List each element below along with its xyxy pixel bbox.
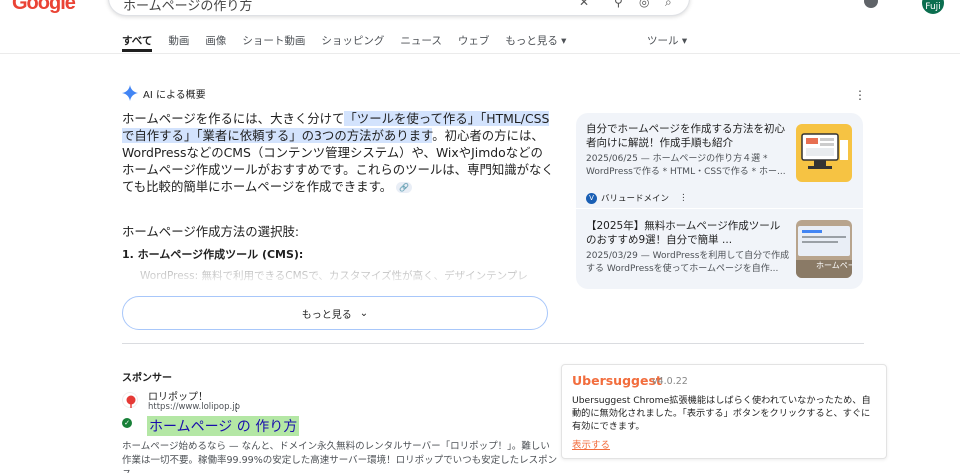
- faded-preview: WordPress: 無料で利用できるCMSで、カスタマイズ性が高く、デザインテ…: [140, 270, 528, 282]
- avatar[interactable]: Fuji: [922, 0, 944, 14]
- ubersuggest-panel: Ubersuggest v4.0.22 Ubersuggest Chrome拡張…: [561, 364, 887, 459]
- ai-text-part: ホームページを作るには、大きく分けて: [122, 111, 345, 126]
- tab-more[interactable]: もっと見る ▾: [505, 28, 566, 52]
- tools-button[interactable]: ツール ▾: [647, 33, 687, 48]
- sponsor-label: スポンサー: [122, 373, 172, 384]
- clear-icon[interactable]: ✕: [579, 0, 589, 9]
- ad-favicon[interactable]: [122, 392, 138, 408]
- tab-web[interactable]: ウェブ: [458, 28, 490, 52]
- source-card[interactable]: 【2025年】無料ホームページ作成ツールのおすすめ9選！自分で簡単 ... 20…: [586, 219, 856, 289]
- top-bar: Google ホームページの作り方 ✕ ⚲ ◎ ⌕ Fuji: [0, 0, 960, 18]
- divider: [576, 208, 863, 209]
- mic-icon[interactable]: ⚲: [614, 0, 623, 9]
- card-snippet: 2025/03/29 — WordPressを利用して自分で作成する WordP…: [586, 251, 790, 274]
- ai-text-highlight: 「ツールを使って作る」: [344, 111, 481, 126]
- extension-check-icon: ✓: [122, 418, 132, 428]
- card-snippet: 2025/06/25 — ホームページの作り方４選 * WordPressで作る…: [586, 154, 786, 177]
- ubersuggest-message: Ubersuggest Chrome拡張機能はしばらく使われていなかったため、自…: [572, 395, 871, 432]
- divider: [122, 343, 864, 344]
- card-title[interactable]: 【2025年】無料ホームページ作成ツールのおすすめ9選！自分で簡単 ...: [586, 219, 786, 247]
- ubersuggest-title: Ubersuggest: [572, 373, 662, 388]
- card-source: V バリュードメイン ⋮: [586, 192, 688, 204]
- tab-news[interactable]: ニュース: [400, 28, 441, 52]
- laptop-thumbnail-icon: [796, 124, 852, 182]
- source-name: バリュードメイン: [601, 194, 670, 204]
- ubersuggest-version: v4.0.22: [652, 376, 688, 387]
- lolipop-logo-icon: [126, 395, 136, 408]
- search-input[interactable]: ホームページの作り方: [123, 0, 252, 14]
- divider: [0, 53, 960, 54]
- lens-icon[interactable]: ◎: [639, 0, 649, 9]
- chevron-down-icon: ⌄: [359, 307, 369, 319]
- search-tabs: すべて 動画 画像 ショート動画 ショッピング ニュース ウェブ もっと見る ▾: [122, 28, 582, 54]
- ubersuggest-show-link[interactable]: 表示する: [572, 437, 610, 451]
- sparkle-icon: [122, 85, 138, 101]
- source-favicon-icon: V: [586, 192, 597, 204]
- tab-shorts[interactable]: ショート動画: [242, 28, 305, 52]
- card-thumbnail: ホームペー: [796, 220, 852, 278]
- thumbnail-caption: ホームペー: [816, 261, 852, 270]
- ai-overview-title: AI による概要: [143, 89, 206, 101]
- tab-shopping[interactable]: ショッピング: [321, 28, 384, 52]
- ad-description: ホームページ始めるなら — なんと、ドメイン永久無料のレンタルサーバー「ロリポッ…: [122, 441, 558, 473]
- ai-overview-header: AI による概要: [122, 85, 206, 101]
- tab-images[interactable]: 画像: [205, 28, 226, 52]
- card-thumbnail: [796, 124, 852, 182]
- card-menu-icon[interactable]: ⋮: [679, 193, 688, 203]
- card-title[interactable]: 自分でホームページを作成する方法を初心者向けに解説！作成手順も紹介: [586, 122, 786, 150]
- ai-overview-text: ホームページを作るには、大きく分けて「ツールを使って作る」「HTML/CSSで自…: [122, 110, 554, 195]
- ai-source-panel: 自分でホームページを作成する方法を初心者向けに解説！作成手順も紹介 2025/0…: [576, 113, 863, 289]
- ad-url[interactable]: https://www.lolipop.jp: [148, 402, 240, 412]
- search-icon[interactable]: ⌕: [665, 0, 672, 10]
- link-icon[interactable]: 🔗: [396, 182, 413, 193]
- source-card[interactable]: 自分でホームページを作成する方法を初心者向けに解説！作成手順も紹介 2025/0…: [586, 122, 856, 207]
- google-logo[interactable]: Google: [12, 0, 76, 15]
- section-title: ホームページ作成方法の選択肢:: [122, 224, 300, 239]
- ad-menu-icon[interactable]: ⋮: [231, 401, 242, 414]
- ad-site-name[interactable]: ロリポップ！: [148, 388, 208, 403]
- sub-title: 1. ホームページ作成ツール (CMS):: [122, 248, 304, 261]
- show-more-label: もっと見る: [301, 309, 352, 321]
- search-box[interactable]: ホームページの作り方 ✕ ⚲ ◎ ⌕: [108, 0, 690, 16]
- tab-all[interactable]: すべて: [122, 28, 153, 52]
- show-more-button[interactable]: もっと見る ⌄: [122, 296, 548, 330]
- apps-icon[interactable]: [864, 0, 878, 8]
- ai-overview-menu-icon[interactable]: ⋮: [854, 89, 866, 101]
- ad-title-link[interactable]: ホームページ の 作り方: [147, 416, 300, 436]
- tab-videos[interactable]: 動画: [168, 28, 189, 52]
